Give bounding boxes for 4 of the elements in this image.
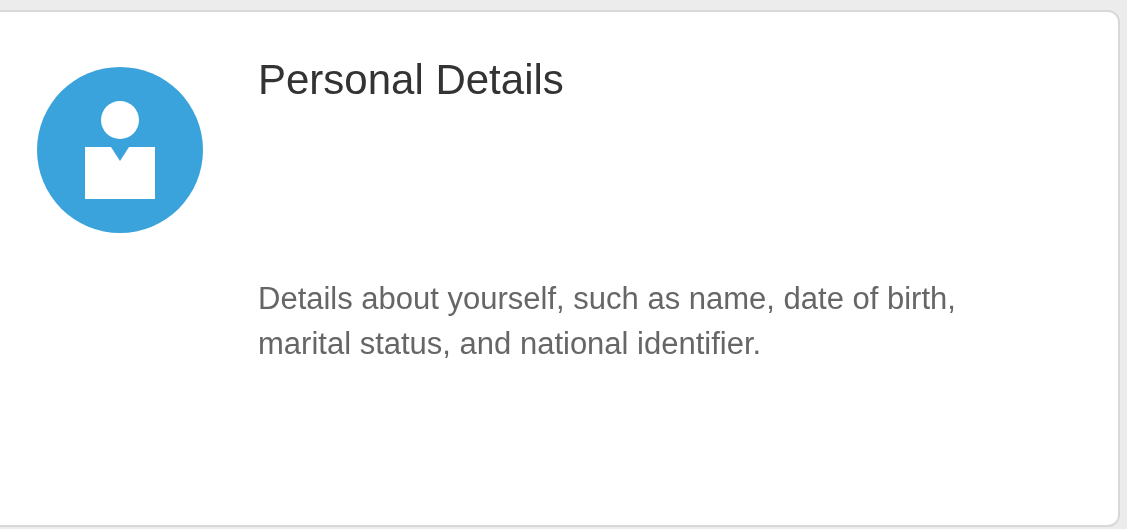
card-background[interactable]: Personal Details Details about yourself, such as name, date of birth, marital status, and national identifier. <box>0 10 1120 527</box>
person-icon <box>37 67 203 233</box>
card-description: Details about yourself, such as name, date of birth, marital status, and national identifier. <box>258 280 957 363</box>
card-title: Personal Details <box>258 55 565 105</box>
